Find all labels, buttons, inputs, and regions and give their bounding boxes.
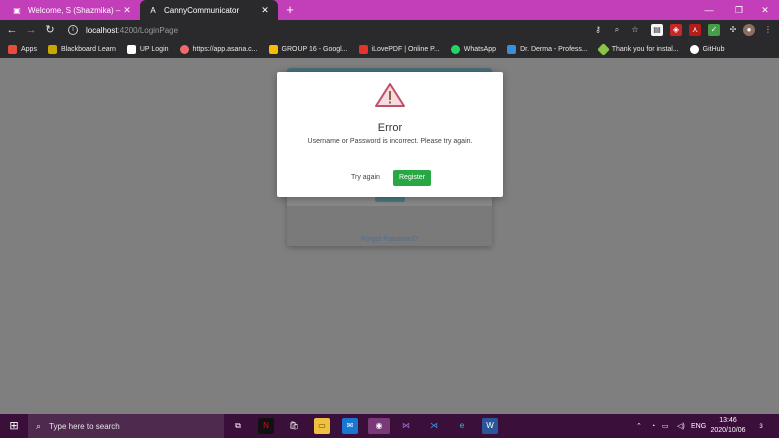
close-tab-icon[interactable]: ✕ bbox=[260, 5, 270, 16]
bookmark-label: Dr. Derma - Profess... bbox=[520, 45, 588, 53]
new-tab-button[interactable]: + bbox=[283, 2, 297, 18]
bookmark-label: GitHub bbox=[702, 45, 725, 53]
clock-date: 2020/10/06 bbox=[710, 427, 746, 434]
dialog-message: Username or Password is incorrect. Pleas… bbox=[307, 138, 473, 145]
bookmark-label: Blackboard Learn bbox=[60, 45, 116, 53]
store-icon[interactable]: 🛍 bbox=[286, 418, 302, 434]
word-icon[interactable]: W bbox=[482, 418, 498, 434]
system-clock[interactable]: 13:46 2020/10/06 bbox=[708, 416, 748, 436]
ilovepdf-icon bbox=[358, 44, 368, 54]
bookmark-label: WhatsApp bbox=[463, 45, 497, 53]
register-button[interactable]: Register bbox=[393, 170, 431, 186]
site-info-icon[interactable]: i bbox=[68, 25, 78, 35]
mail-icon[interactable]: ✉ bbox=[342, 418, 358, 434]
error-dialog: Error Username or Password is incorrect.… bbox=[277, 72, 503, 197]
windows-taskbar: ⊞ ⌕ Type here to search ⧉ N 🛍 ▭ ✉ ◉ ⋈ ⋊ … bbox=[0, 414, 779, 438]
warning-icon bbox=[375, 83, 405, 107]
bookmark-label: UP Login bbox=[139, 45, 169, 53]
file-explorer-icon[interactable]: ▭ bbox=[314, 418, 330, 434]
bookmark-dr-derma[interactable]: Dr. Derma - Profess... bbox=[507, 44, 588, 54]
up-icon bbox=[126, 44, 136, 54]
blackboard-icon: ▣ bbox=[13, 5, 21, 15]
bookmark-blackboard[interactable]: Blackboard Learn bbox=[47, 44, 116, 54]
vscode-icon[interactable]: ⋊ bbox=[426, 418, 442, 434]
bookmark-label: iLovePDF | Online P... bbox=[371, 45, 440, 53]
address-host: localhost bbox=[86, 25, 118, 35]
taskbar-search[interactable]: ⌕ Type here to search bbox=[28, 414, 224, 438]
search-placeholder: Type here to search bbox=[49, 421, 120, 431]
pdf-extension-icon[interactable]: ⋏ bbox=[689, 24, 701, 36]
edge-icon[interactable]: e bbox=[454, 418, 470, 434]
tab-blackboard[interactable]: ▣ Welcome, S (Shazmika) – Blackbo ✕ bbox=[4, 0, 140, 20]
forward-icon[interactable]: → bbox=[23, 22, 39, 38]
bookmark-whatsapp[interactable]: WhatsApp bbox=[450, 44, 497, 54]
restore-icon[interactable]: ❐ bbox=[725, 0, 753, 20]
profile-avatar[interactable]: ● bbox=[743, 24, 755, 36]
blackboard-icon bbox=[47, 44, 57, 54]
apps-grid-icon bbox=[8, 44, 17, 54]
bookmark-label: GROUP 16 - Googl... bbox=[281, 45, 348, 53]
notification-count: 3 bbox=[759, 424, 763, 430]
bookmark-github[interactable]: GitHub bbox=[689, 44, 725, 54]
notification-center-icon[interactable]: 3 bbox=[754, 418, 768, 434]
chrome-icon[interactable]: ◉ bbox=[368, 418, 390, 434]
dialog-title: Error bbox=[377, 122, 403, 134]
page-backdrop: Forgot Password? Error Username or Passw… bbox=[0, 58, 779, 414]
show-hidden-icons[interactable]: ⌃ bbox=[636, 414, 642, 438]
battery-icon[interactable]: ▭ bbox=[662, 414, 669, 438]
address-bar[interactable]: i localhost :4200/LoginPage bbox=[62, 22, 644, 38]
bookmarks-bar: Apps Blackboard Learn UP Login https://a… bbox=[0, 40, 779, 58]
bookmark-apps[interactable]: Apps bbox=[8, 44, 37, 54]
github-icon bbox=[689, 44, 699, 54]
bookmark-up-login[interactable]: UP Login bbox=[126, 44, 169, 54]
language-indicator[interactable]: ENG bbox=[691, 414, 706, 438]
task-view-icon[interactable]: ⧉ bbox=[230, 418, 246, 434]
search-icon: ⌕ bbox=[36, 420, 42, 431]
bookmark-label: Apps bbox=[21, 45, 37, 53]
try-again-button[interactable]: Try again bbox=[351, 174, 380, 181]
tab-strip: ▣ Welcome, S (Shazmika) – Blackbo ✕ A Ca… bbox=[0, 0, 779, 20]
network-icon[interactable]: ◔ bbox=[651, 414, 655, 438]
whatsapp-icon bbox=[450, 44, 460, 54]
bookmark-ilovepdf[interactable]: iLovePDF | Online P... bbox=[358, 44, 440, 54]
menu-dots-icon[interactable]: ⋮ bbox=[762, 24, 774, 36]
address-path: :4200/LoginPage bbox=[117, 25, 179, 35]
windows-start-icon[interactable]: ⊞ bbox=[0, 414, 28, 438]
asana-icon bbox=[179, 44, 189, 54]
bookmark-thank-you[interactable]: Thank you for instal... bbox=[596, 42, 679, 56]
derma-icon bbox=[507, 44, 517, 54]
minimize-icon[interactable]: — bbox=[695, 0, 723, 20]
zoom-icon[interactable]: ⌕ bbox=[611, 24, 623, 36]
reload-icon[interactable]: ↻ bbox=[42, 22, 58, 38]
close-tab-icon[interactable]: ✕ bbox=[122, 5, 132, 16]
tab-title: CannyCommunicator bbox=[164, 5, 240, 15]
tab-title: Welcome, S (Shazmika) – Blackbo bbox=[28, 5, 122, 15]
bookmark-asana[interactable]: https://app.asana.c... bbox=[179, 44, 258, 54]
drive-icon bbox=[268, 44, 278, 54]
netflix-icon[interactable]: N bbox=[258, 418, 274, 434]
volume-icon[interactable]: ◁) bbox=[677, 414, 685, 438]
close-window-icon[interactable]: ✕ bbox=[751, 0, 779, 20]
forgot-password-link[interactable]: Forgot Password? bbox=[287, 236, 492, 243]
angular-icon: A bbox=[150, 5, 156, 15]
back-icon[interactable]: ← bbox=[4, 22, 20, 38]
tab-cannycommunicator[interactable]: A CannyCommunicator ✕ bbox=[140, 0, 278, 20]
bookmark-group16[interactable]: GROUP 16 - Googl... bbox=[268, 44, 348, 54]
clock-time: 13:46 bbox=[719, 417, 737, 424]
bookmark-label: https://app.asana.c... bbox=[192, 45, 258, 53]
bookmark-label: Thank you for instal... bbox=[611, 45, 679, 53]
extension-icon[interactable]: ▤ bbox=[651, 24, 663, 36]
extension-icon[interactable]: ◈ bbox=[670, 24, 682, 36]
diamond-icon bbox=[596, 42, 610, 56]
extension-icon[interactable]: ✓ bbox=[708, 24, 720, 36]
bookmark-star-icon[interactable]: ☆ bbox=[629, 24, 641, 36]
visual-studio-icon[interactable]: ⋈ bbox=[398, 418, 414, 434]
key-icon[interactable]: ⚷ bbox=[592, 24, 604, 36]
browser-toolbar: ← → ↻ i localhost :4200/LoginPage ⚷ ⌕ ☆ … bbox=[0, 20, 779, 40]
extensions-puzzle-icon[interactable]: ✣ bbox=[727, 24, 739, 36]
